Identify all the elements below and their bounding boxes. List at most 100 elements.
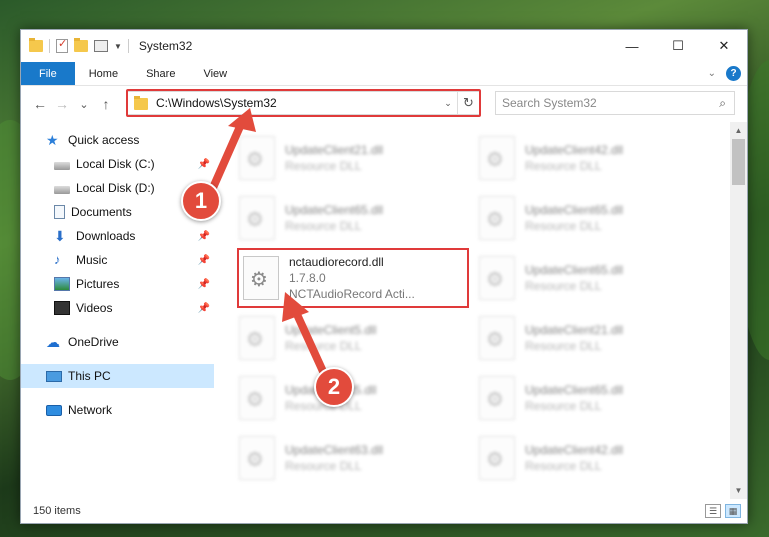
sidebar-item-label: Videos [76,301,113,315]
window-title: System32 [138,39,193,53]
minimize-button[interactable]: — [609,30,655,62]
sidebar-item-network[interactable]: Network [21,398,214,422]
pin-icon: 📌 [197,158,210,170]
dll-file-icon [239,316,275,360]
star-icon: ★ [46,132,59,148]
music-icon: ♪ [54,252,61,267]
file-description: NCTAudioRecord Acti... [289,287,415,301]
computer-icon [46,370,62,382]
address-bar[interactable]: C:\Windows\System32 ⌄ ↻ [127,91,480,115]
up-button[interactable]: ↑ [95,96,117,112]
scroll-down-icon[interactable]: ▼ [730,482,747,499]
dll-file-icon [239,136,275,180]
sidebar-item-label: Local Disk (D:) [76,181,155,195]
details-view-icon[interactable]: ☰ [705,504,721,518]
file-tile[interactable]: UpdateClient65.dll Resource DLL [479,370,709,426]
tab-file[interactable]: File [21,62,75,85]
tab-share[interactable]: Share [132,62,189,85]
sidebar-item-pictures[interactable]: Pictures 📌 [21,272,214,296]
file-name: UpdateClient65.dll [525,263,624,277]
file-tile[interactable]: UpdateClient5.dllResource DLL [239,370,469,426]
dll-file-icon [479,316,515,360]
expand-ribbon-icon[interactable]: ⌄ [708,68,716,79]
network-icon [46,404,62,416]
sidebar-item-music[interactable]: ♪ Music 📌 [21,248,214,272]
customize-icon[interactable] [94,40,108,52]
file-tile[interactable]: UpdateClient63.dll Resource DLL [239,430,469,486]
file-tile[interactable]: UpdateClient65.dll Resource DLL [479,250,709,306]
file-tile[interactable]: UpdateClient42.dll Resource DLL [479,130,709,186]
file-type: Resource DLL [285,219,362,233]
sidebar-item-label: Music [76,253,108,267]
folder-icon [29,38,43,52]
title-bar: ▼ System32 — ☐ ✕ [21,30,747,62]
file-name: UpdateClient65.dll [525,203,624,217]
dll-file-icon [479,256,515,300]
file-name: UpdateClient65.dll [525,383,624,397]
file-name: UpdateClient63.dll [285,443,384,457]
file-tile[interactable]: UpdateClient65.dll Resource DLL [479,190,709,246]
file-type: Resource DLL [285,159,362,173]
scrollbar-thumb[interactable] [732,139,745,185]
address-path[interactable]: C:\Windows\System32 [156,96,439,110]
sidebar-item-local-disk-c[interactable]: Local Disk (C:) 📌 [21,152,214,176]
file-tile[interactable]: UpdateClient21.dll Resource DLL [479,310,709,366]
view-switcher: ☰ ▦ [705,504,741,518]
qat-dropdown-icon[interactable]: ▼ [114,42,122,51]
maximize-button[interactable]: ☐ [655,30,701,62]
ribbon-tabs: File Home Share View ⌄ ? [21,62,747,86]
search-box[interactable]: Search System32 ⌕ [495,91,735,115]
address-dropdown-button[interactable]: ⌄ [439,98,457,109]
search-icon[interactable]: ⌕ [719,96,726,111]
forward-button[interactable]: → [51,96,73,112]
navigation-bar: ← → ⌄ ↑ C:\Windows\System32 ⌄ ↻ Search S… [21,86,747,122]
pin-icon: 📌 [197,230,210,242]
window-controls: — ☐ ✕ [609,30,747,62]
back-button[interactable]: ← [29,96,51,112]
sidebar-item-label: Local Disk (C:) [76,157,155,171]
file-tile[interactable]: UpdateClient65.dll Resource DLL [239,190,469,246]
close-button[interactable]: ✕ [701,30,747,62]
navigation-pane: ★ Quick access Local Disk (C:) 📌 Local D… [21,122,214,499]
status-bar: 150 items ☰ ▦ [21,499,747,523]
file-name: nctaudiorecord.dll [289,255,384,269]
refresh-button[interactable]: ↻ [457,92,479,114]
file-name: UpdateClient65.dll [285,203,384,217]
file-name: UpdateClient21.dll [525,323,624,337]
dll-file-icon [479,196,515,240]
sidebar-item-onedrive[interactable]: ☁ OneDrive [21,330,214,354]
tab-home[interactable]: Home [75,62,132,85]
new-folder-icon[interactable] [74,38,88,52]
ribbon-right: ⌄ ? [708,66,741,81]
sidebar-item-quick-access[interactable]: ★ Quick access [21,128,214,152]
file-type: Resource DLL [525,399,602,413]
scroll-up-icon[interactable]: ▲ [730,122,747,139]
step-2-marker: 2 [314,367,354,407]
file-tile[interactable]: UpdateClient21.dll Resource DLL [239,130,469,186]
vertical-scrollbar[interactable]: ▲ ▼ [730,122,747,499]
file-tile[interactable]: UpdateClient5.dllResource DLL [239,310,469,366]
pin-icon: 📌 [197,254,210,266]
search-placeholder[interactable]: Search System32 [502,96,597,110]
downloads-icon: ⬇ [54,228,66,244]
large-icons-view-icon[interactable]: ▦ [725,504,741,518]
sidebar-item-label: Pictures [76,277,120,291]
sidebar-item-videos[interactable]: Videos 📌 [21,296,214,320]
file-tile[interactable]: UpdateClient42.dll Resource DLL [479,430,709,486]
properties-check-icon[interactable] [56,37,68,53]
recent-locations-button[interactable]: ⌄ [73,98,95,111]
file-name: UpdateClient21.dll [285,143,384,157]
file-name: UpdateClient42.dll [525,143,624,157]
sidebar-item-downloads[interactable]: ⬇ Downloads 📌 [21,224,214,248]
file-version: 1.7.8.0 [289,271,326,285]
help-icon[interactable]: ? [726,66,741,81]
dll-file-icon [239,376,275,420]
highlighted-file-tile[interactable]: nctaudiorecord.dll 1.7.8.0 NCTAudioRecor… [237,248,469,308]
documents-icon [54,205,65,219]
file-list: UpdateClient21.dll Resource DLL UpdateCli… [214,122,747,499]
sidebar-item-this-pc[interactable]: This PC [21,364,214,388]
quick-access-toolbar: ▼ [21,37,129,53]
tab-view[interactable]: View [189,62,241,85]
toolbar-divider [49,39,50,53]
sidebar-item-label: OneDrive [68,335,119,349]
